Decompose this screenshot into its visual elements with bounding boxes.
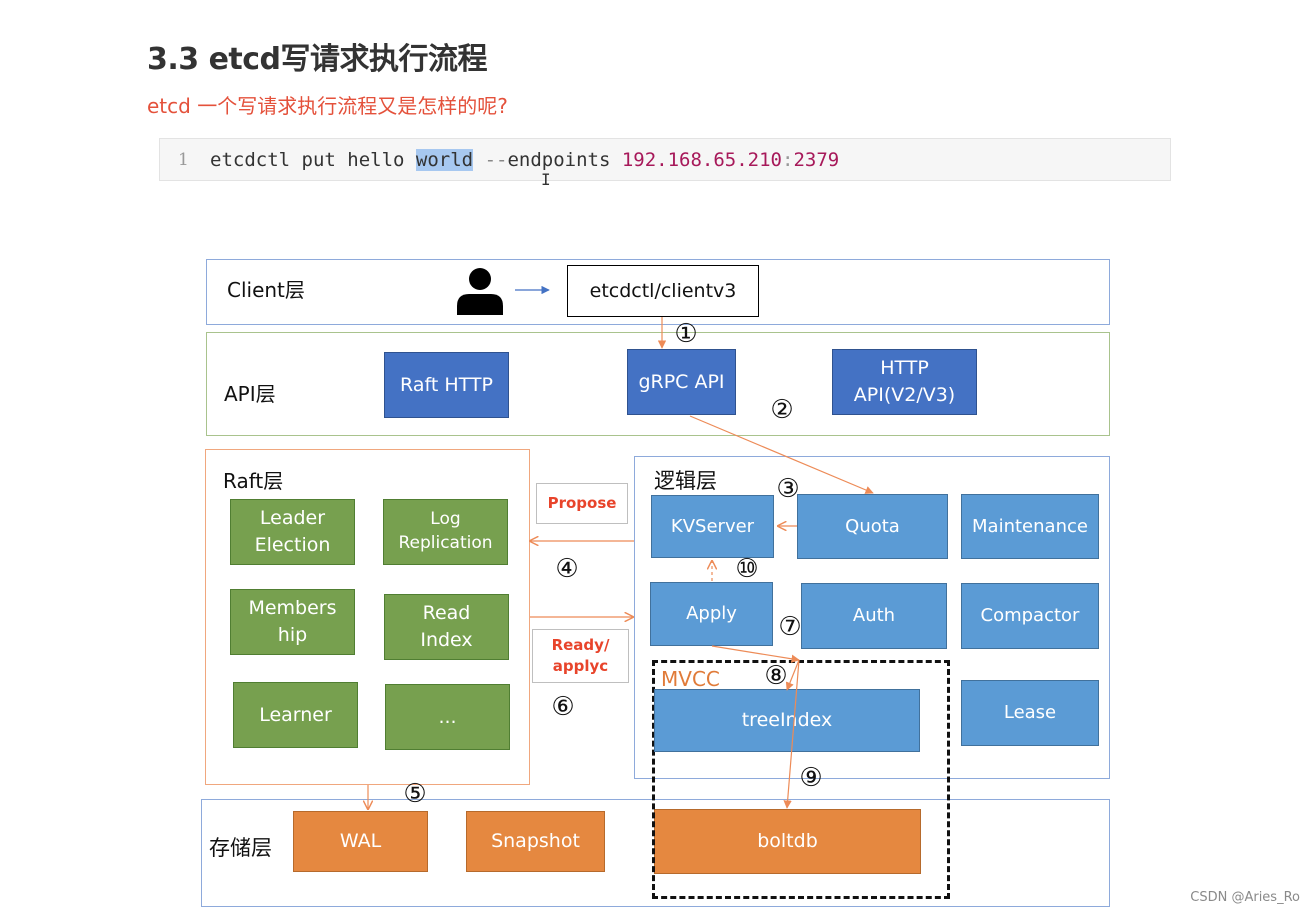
code-line[interactable]: etcdctl put hello world --endpoints 192.… xyxy=(210,139,839,181)
section-subheading: etcd 一个写请求执行流程又是怎样的呢? xyxy=(147,94,508,118)
logic-box-apply: Apply xyxy=(650,582,773,646)
section-heading: 3.3 etcd写请求执行流程 xyxy=(147,42,488,77)
raft-layer-label: Raft层 xyxy=(223,469,284,493)
raft-box-leader-election: Leader Election xyxy=(230,499,355,565)
raft-box-log-replication: Log Replication xyxy=(383,499,508,565)
step-2: ② xyxy=(770,395,794,425)
raft-box-read-index: Read Index xyxy=(384,594,509,660)
api-box-raft-http: Raft HTTP xyxy=(384,352,509,418)
code-block[interactable]: 1 etcdctl put hello world --endpoints 19… xyxy=(159,138,1171,181)
logic-box-kvserver: KVServer xyxy=(651,495,774,558)
step-3: ③ xyxy=(776,474,800,504)
storage-box-wal: WAL xyxy=(293,811,428,872)
mvcc-box-tree-index: treeIndex xyxy=(654,689,920,752)
logic-box-quota: Quota xyxy=(797,494,948,559)
code-port: 2379 xyxy=(793,149,840,171)
step-1: ① xyxy=(674,319,698,349)
client-layer-label: Client层 xyxy=(227,278,305,302)
raft-box-learner: Learner xyxy=(233,682,358,748)
user-icon xyxy=(455,266,505,316)
code-line-number: 1 xyxy=(178,150,189,170)
raft-box-membership: Members hip xyxy=(230,589,355,655)
message-propose: Propose xyxy=(536,483,628,524)
api-box-grpc: gRPC API xyxy=(627,349,736,415)
step-10: ⑩ xyxy=(735,554,759,584)
storage-layer-label: 存储层 xyxy=(209,836,272,860)
code-command: etcdctl put hello xyxy=(210,149,416,171)
storage-box-snapshot: Snapshot xyxy=(466,811,605,872)
raft-box-more: ... xyxy=(385,684,510,750)
code-selected-text: world xyxy=(415,149,474,171)
step-5: ⑤ xyxy=(403,779,427,809)
step-8: ⑧ xyxy=(764,661,788,691)
logic-box-maintenance: Maintenance xyxy=(961,494,1099,559)
message-ready-applyc: Ready/ applyc xyxy=(532,629,629,683)
step-4: ④ xyxy=(555,554,579,584)
mvcc-label: MVCC xyxy=(661,667,720,691)
logic-layer-label: 逻辑层 xyxy=(654,469,717,493)
client-box-etcdctl: etcdctl/clientv3 xyxy=(567,265,759,317)
step-7: ⑦ xyxy=(778,612,802,642)
code-colon: : xyxy=(782,149,794,171)
step-9: ⑨ xyxy=(799,763,823,793)
api-box-http-v2-v3: HTTP API(V2/V3) xyxy=(832,349,977,415)
watermark: CSDN @Aries_Ro xyxy=(1190,890,1300,905)
step-6: ⑥ xyxy=(551,692,575,722)
logic-box-lease: Lease xyxy=(961,680,1099,746)
code-flag-dashes: -- xyxy=(484,149,508,171)
code-flag-name: endpoints xyxy=(507,149,622,171)
logic-box-compactor: Compactor xyxy=(961,583,1099,649)
text-cursor-icon: I xyxy=(541,170,551,189)
logic-box-auth: Auth xyxy=(801,583,947,649)
api-layer-label: API层 xyxy=(224,382,276,406)
code-ip: 192.168.65.210 xyxy=(621,149,782,171)
